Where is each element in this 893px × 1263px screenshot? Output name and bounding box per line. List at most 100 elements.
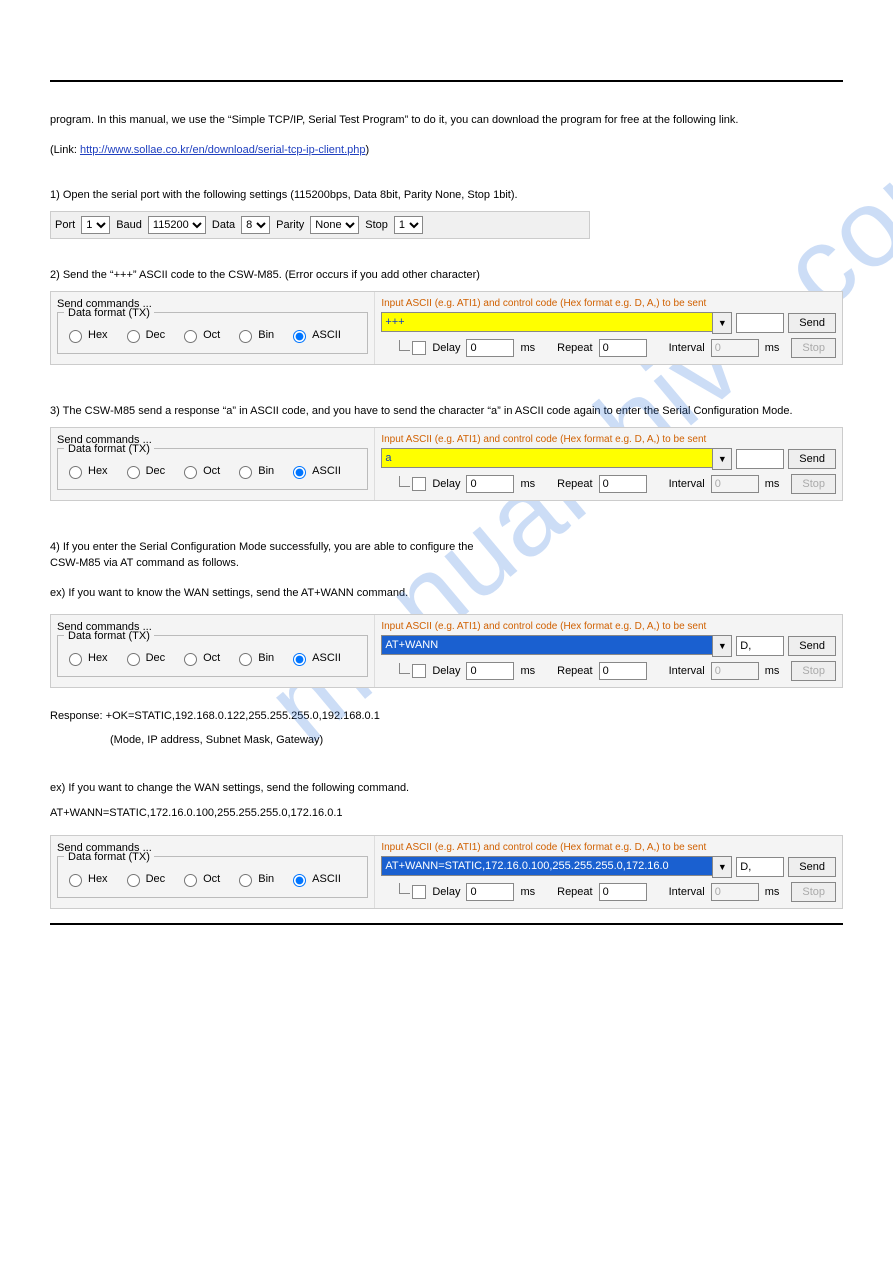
delay-input[interactable]: [466, 662, 514, 680]
delay-check[interactable]: [412, 341, 426, 355]
send-panel-2: Send commands ... Data format (TX) Hex D…: [50, 427, 843, 501]
send-button[interactable]: Send: [788, 313, 836, 333]
send-panel-4: Send commands ... Data format (TX) Hex D…: [50, 835, 843, 909]
radio-hex[interactable]: Hex: [64, 327, 108, 343]
radio-oct[interactable]: Oct: [179, 327, 220, 343]
ms-label-2: ms: [765, 342, 780, 354]
radio-dec[interactable]: Dec: [122, 871, 166, 887]
stop-label: Stop: [365, 219, 388, 231]
delay-check[interactable]: [412, 477, 426, 491]
step-1-text: 1) Open the serial port with the followi…: [50, 189, 843, 201]
delay-input[interactable]: [466, 883, 514, 901]
repeat-input[interactable]: [599, 339, 647, 357]
send-button[interactable]: Send: [788, 636, 836, 656]
baud-select[interactable]: 115200: [148, 216, 206, 234]
repeat-label: Repeat: [557, 478, 592, 490]
interval-label: Interval: [669, 478, 705, 490]
stop-button: Stop: [791, 474, 836, 494]
chevron-down-icon[interactable]: ▼: [712, 448, 732, 470]
suffix-input[interactable]: [736, 449, 784, 469]
example-2-cmd: AT+WANN=STATIC,172.16.0.100,255.255.255.…: [50, 805, 843, 823]
radio-hex[interactable]: Hex: [64, 463, 108, 479]
radio-dec[interactable]: Dec: [122, 463, 166, 479]
repeat-input[interactable]: [599, 883, 647, 901]
radio-dec[interactable]: Dec: [122, 327, 166, 343]
ms-label: ms: [520, 342, 535, 354]
port-label: Port: [55, 219, 75, 231]
radio-bin[interactable]: Bin: [234, 327, 274, 343]
chevron-down-icon[interactable]: ▼: [712, 856, 732, 878]
suffix-input[interactable]: [736, 636, 784, 656]
tree-line: [399, 476, 410, 487]
radio-oct[interactable]: Oct: [179, 463, 220, 479]
radio-hex[interactable]: Hex: [64, 650, 108, 666]
response-1: Response: +OK=STATIC,192.168.0.122,255.2…: [50, 708, 843, 726]
serial-toolbar: Port 1 Baud 115200 Data 8 Parity None St…: [50, 211, 590, 239]
command-input[interactable]: [381, 312, 712, 332]
interval-input: [711, 662, 759, 680]
chevron-down-icon[interactable]: ▼: [712, 312, 732, 334]
data-select[interactable]: 8: [241, 216, 270, 234]
suffix-input[interactable]: [736, 857, 784, 877]
download-link[interactable]: http://www.sollae.co.kr/en/download/seri…: [80, 144, 366, 156]
radio-dec[interactable]: Dec: [122, 650, 166, 666]
delay-check[interactable]: [412, 664, 426, 678]
input-hint: Input ASCII (e.g. ATI1) and control code…: [381, 621, 836, 632]
delay-input[interactable]: [466, 475, 514, 493]
delay-input[interactable]: [466, 339, 514, 357]
chevron-down-icon[interactable]: ▼: [712, 635, 732, 657]
input-hint: Input ASCII (e.g. ATI1) and control code…: [381, 298, 836, 309]
radio-ascii[interactable]: ASCII: [288, 871, 341, 887]
send-button[interactable]: Send: [788, 857, 836, 877]
data-format-title: Data format (TX): [64, 443, 154, 455]
radio-bin[interactable]: Bin: [234, 871, 274, 887]
delay-label: Delay: [432, 342, 460, 354]
repeat-label: Repeat: [557, 886, 592, 898]
send-panel-3: Send commands ... Data format (TX) Hex D…: [50, 614, 843, 688]
command-input[interactable]: [381, 448, 712, 468]
suffix-input[interactable]: [736, 313, 784, 333]
ms-label-2: ms: [765, 478, 780, 490]
interval-label: Interval: [669, 665, 705, 677]
repeat-label: Repeat: [557, 665, 592, 677]
port-select[interactable]: 1: [81, 216, 110, 234]
download-link-line: (Link: http://www.sollae.co.kr/en/downlo…: [50, 142, 843, 160]
send-button[interactable]: Send: [788, 449, 836, 469]
delay-check[interactable]: [412, 885, 426, 899]
intro-text: program. In this manual, we use the “Sim…: [50, 112, 843, 130]
tree-line: [399, 883, 410, 894]
command-input[interactable]: [381, 635, 712, 655]
data-format-title: Data format (TX): [64, 307, 154, 319]
example-1-text: ex) If you want to know the WAN settings…: [50, 585, 843, 603]
ms-label: ms: [520, 665, 535, 677]
footer-rule: [50, 923, 843, 925]
ms-label-2: ms: [765, 886, 780, 898]
ms-label: ms: [520, 478, 535, 490]
command-input[interactable]: [381, 856, 712, 876]
interval-input: [711, 883, 759, 901]
repeat-input[interactable]: [599, 662, 647, 680]
radio-ascii[interactable]: ASCII: [288, 463, 341, 479]
send-panel-1: Send commands ... Data format (TX) Hex D…: [50, 291, 843, 365]
parity-select[interactable]: None: [310, 216, 359, 234]
radio-bin[interactable]: Bin: [234, 463, 274, 479]
stop-button: Stop: [791, 661, 836, 681]
stop-select[interactable]: 1: [394, 216, 423, 234]
response-2: (Mode, IP address, Subnet Mask, Gateway): [50, 732, 843, 750]
radio-hex[interactable]: Hex: [64, 871, 108, 887]
delay-label: Delay: [432, 665, 460, 677]
ms-label: ms: [520, 886, 535, 898]
tree-line: [399, 663, 410, 674]
radio-oct[interactable]: Oct: [179, 650, 220, 666]
interval-label: Interval: [669, 886, 705, 898]
radio-oct[interactable]: Oct: [179, 871, 220, 887]
repeat-input[interactable]: [599, 475, 647, 493]
step-2-text: 2) Send the “+++” ASCII code to the CSW-…: [50, 269, 843, 281]
step-4-text-b: CSW-M85 via AT command as follows.: [50, 555, 843, 573]
radio-ascii[interactable]: ASCII: [288, 650, 341, 666]
radio-ascii[interactable]: ASCII: [288, 327, 341, 343]
stop-button: Stop: [791, 338, 836, 358]
data-label: Data: [212, 219, 235, 231]
input-hint: Input ASCII (e.g. ATI1) and control code…: [381, 842, 836, 853]
radio-bin[interactable]: Bin: [234, 650, 274, 666]
